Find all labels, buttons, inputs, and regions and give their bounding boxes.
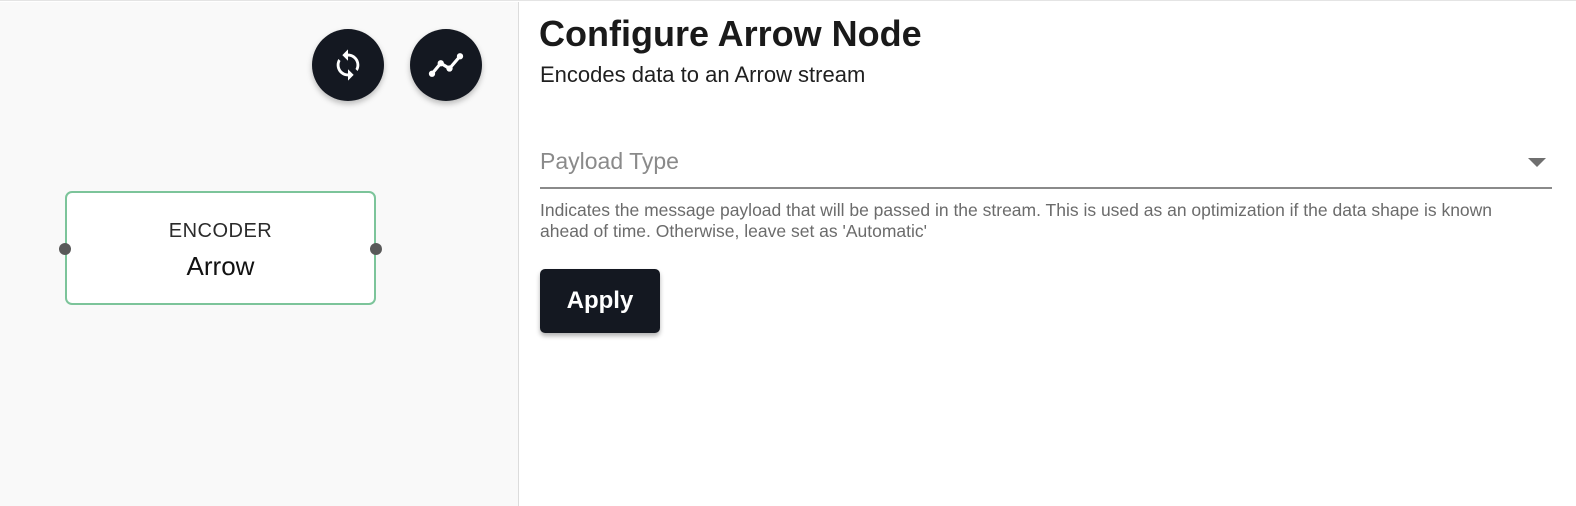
line-chart-icon: [428, 53, 464, 77]
payload-type-select[interactable]: Payload Type: [540, 142, 1552, 189]
encoder-node[interactable]: ENCODER Arrow: [59, 191, 382, 305]
node-type-label: ENCODER: [168, 220, 273, 242]
apply-button[interactable]: Apply: [540, 269, 660, 333]
refresh-icon: [336, 49, 360, 81]
config-panel: Configure Arrow Node Encodes data to an …: [520, 2, 1576, 506]
node-name-label: Arrow: [186, 251, 255, 281]
panel-subtitle: Encodes data to an Arrow stream: [540, 62, 866, 87]
dropdown-arrow-icon[interactable]: [1528, 158, 1546, 167]
output-port[interactable]: [370, 243, 382, 255]
refresh-button[interactable]: [312, 29, 384, 101]
metrics-button[interactable]: [410, 29, 482, 101]
payload-type-label: Payload Type: [540, 148, 679, 174]
app-window: ENCODER Arrow Configure Arrow Node Encod…: [0, 0, 1576, 506]
panel-title: Configure Arrow Node: [539, 13, 922, 54]
flow-canvas[interactable]: ENCODER Arrow: [0, 2, 519, 506]
payload-type-helper-text: Indicates the message payload that will …: [540, 200, 1493, 241]
